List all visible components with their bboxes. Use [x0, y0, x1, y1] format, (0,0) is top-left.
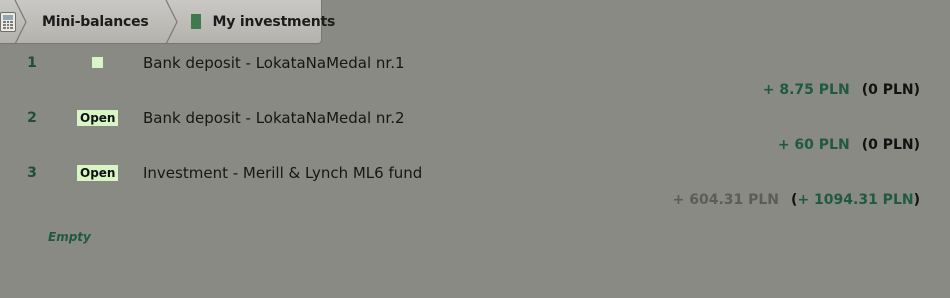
amount-line: + 8.75 PLN (0 PLN) [763, 82, 920, 98]
row-number: 1 [27, 55, 37, 71]
investment-amount: + 8.75 PLN [762, 82, 850, 98]
investment-title[interactable]: Bank deposit - LokataNaMedal nr.2 [143, 109, 405, 127]
investment-title[interactable]: Bank deposit - LokataNaMedal nr.1 [143, 54, 405, 72]
document-icon [190, 14, 201, 29]
status-badge[interactable]: Open [77, 165, 119, 181]
status-indicator [92, 57, 103, 68]
status-badge[interactable]: Open [77, 110, 119, 126]
investment-amount: + 60 PLN [777, 137, 850, 153]
total-paren-close: ) [913, 192, 920, 208]
amount-line: + 604.31 PLN (+ 1094.31 PLN) [673, 192, 920, 208]
investment-total-value: + 1094.31 PLN [797, 192, 914, 208]
breadcrumb: Mini-balances My investments [0, 0, 335, 44]
investment-amount: + 604.31 PLN [672, 192, 780, 208]
investment-total: (0 PLN) [861, 82, 920, 98]
breadcrumb-item-mini-balances[interactable]: Mini-balances [16, 14, 167, 30]
amount-line: + 60 PLN (0 PLN) [778, 137, 920, 153]
breadcrumb-item-label: My investments [212, 13, 336, 30]
row-number: 2 [27, 110, 37, 126]
investment-total: (0 PLN) [861, 137, 920, 153]
breadcrumb-item-my-investments[interactable]: My investments [167, 13, 336, 30]
empty-label: Empty [48, 230, 91, 244]
investment-title[interactable]: Investment - Merill & Lynch ML6 fund [143, 164, 422, 182]
row-number: 3 [27, 165, 37, 181]
investment-total: (+ 1094.31 PLN) [791, 192, 920, 208]
